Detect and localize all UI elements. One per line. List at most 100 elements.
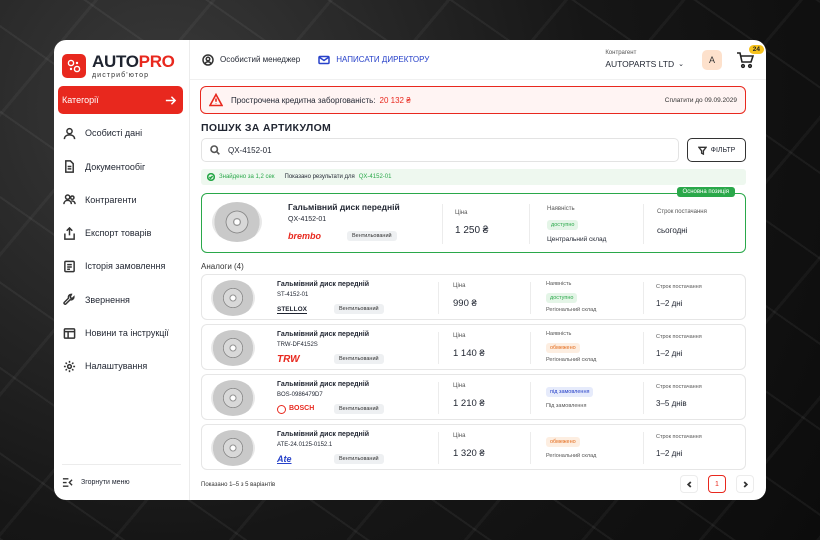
brake-disc-image bbox=[212, 202, 262, 242]
check-circle-icon bbox=[207, 173, 215, 181]
product-type-badge: Вентильований bbox=[347, 231, 397, 241]
filter-label: ФІЛЬТР bbox=[710, 146, 736, 154]
analog-card[interactable]: Гальмівний диск передній ATE-24.0125-015… bbox=[201, 424, 746, 470]
search-input[interactable]: QX-4152-01 bbox=[201, 138, 679, 162]
overdue-debt-alert: Прострочена кредитна заборгованість: 20 … bbox=[200, 86, 746, 114]
column-divider bbox=[529, 204, 530, 244]
warning-icon bbox=[209, 93, 223, 107]
export-icon bbox=[62, 226, 76, 240]
delivery-time: 1–2 дні bbox=[656, 349, 683, 358]
user-circle-icon bbox=[202, 53, 214, 66]
stock-caption: Наявність bbox=[546, 331, 572, 337]
results-query: QX-4152-01 bbox=[358, 174, 392, 180]
delivery-caption: Строк постачання bbox=[656, 384, 702, 390]
analog-card[interactable]: Гальмівний диск передній ST-4152-01 STEL… bbox=[201, 274, 746, 320]
product-article: ST-4152-01 bbox=[277, 292, 309, 298]
sidebar-item-documents[interactable]: Документообіг bbox=[58, 153, 183, 181]
chevron-left-icon bbox=[686, 480, 691, 488]
contractor-value: AUTOPARTS LTD bbox=[605, 59, 675, 69]
users-icon bbox=[62, 193, 76, 207]
sidebar-item-label: Новини та інструкції bbox=[85, 328, 169, 339]
column-divider bbox=[438, 282, 439, 314]
warehouse-name: Регіональний склад bbox=[546, 357, 597, 363]
delivery-caption: Строк постачання bbox=[656, 434, 702, 440]
results-count-text: Показано 1–5 з 5 варіантів bbox=[201, 482, 276, 488]
write-director-link[interactable]: НАПИСАТИ ДИРЕКТОРУ bbox=[318, 54, 429, 66]
column-divider bbox=[530, 332, 531, 364]
next-page-button[interactable] bbox=[736, 475, 754, 493]
product-type-badge: Вентильований bbox=[334, 454, 384, 464]
sidebar-item-personal[interactable]: Особисті дані bbox=[58, 119, 183, 147]
results-text: Показано результати для bbox=[284, 174, 355, 180]
warehouse-name: Під замовлення bbox=[546, 403, 587, 409]
product-price: 1 140 ₴ bbox=[453, 348, 485, 359]
main-position-tag: Основна позиція bbox=[676, 187, 735, 197]
topbar: Особистий менеджер НАПИСАТИ ДИРЕКТОРУ Ко… bbox=[190, 40, 766, 80]
sidebar-nav: Категорії Особисті дані Документообіг Ко… bbox=[54, 86, 189, 380]
brake-disc-image bbox=[211, 280, 255, 316]
product-article: BOS-0986479D7 bbox=[277, 392, 323, 398]
contractor-select[interactable]: Контрагент AUTOPARTS LTD ⌄ bbox=[605, 50, 684, 69]
avatar[interactable]: A bbox=[702, 49, 722, 70]
sidebar-item-news[interactable]: Новини та інструкції bbox=[58, 319, 183, 347]
brake-disc-image bbox=[211, 430, 255, 466]
delivery-caption: Строк постачання bbox=[656, 284, 702, 290]
product-name: Гальмівний диск передній bbox=[277, 381, 370, 388]
warehouse-name: Регіональний склад bbox=[546, 453, 597, 459]
page-button-current[interactable]: 1 bbox=[708, 475, 726, 493]
collapse-menu-button[interactable]: Згорнути меню bbox=[62, 464, 181, 488]
column-divider bbox=[643, 432, 644, 464]
alert-pay-by: Сплатити до 09.09.2029 bbox=[664, 96, 737, 104]
product-price: 1 320 ₴ bbox=[453, 448, 485, 459]
product-type-badge: Вентильований bbox=[334, 404, 384, 414]
history-icon bbox=[62, 259, 76, 273]
price-caption: Ціна bbox=[455, 210, 468, 216]
analog-card[interactable]: Гальмівний диск передній BOS-0986479D7 B… bbox=[201, 374, 746, 420]
sidebar-item-label: Категорії bbox=[62, 95, 99, 105]
filter-icon bbox=[697, 146, 707, 155]
personal-manager-label: Особистий менеджер bbox=[220, 55, 301, 64]
sidebar-item-contractors[interactable]: Контрагенти bbox=[58, 186, 183, 214]
mail-icon bbox=[318, 55, 330, 64]
sidebar-item-export[interactable]: Експорт товарів bbox=[58, 219, 183, 247]
price-caption: Ціна bbox=[453, 383, 466, 389]
search-title: ПОШУК ЗА АРТИКУЛОМ bbox=[201, 122, 332, 134]
user-icon bbox=[62, 126, 76, 140]
column-divider bbox=[530, 282, 531, 314]
logo[interactable]: AUTOPRO дистриб'ютор bbox=[54, 40, 189, 84]
stock-caption: Наявність bbox=[547, 206, 575, 212]
chevron-down-icon: ⌄ bbox=[678, 61, 684, 68]
cart-button[interactable]: 24 bbox=[736, 44, 764, 69]
sidebar-item-requests[interactable]: Звернення bbox=[58, 286, 183, 314]
brand-logo-ate: Ate bbox=[277, 454, 292, 464]
product-article: QX-4152-01 bbox=[288, 216, 327, 223]
product-type-badge: Вентильований bbox=[334, 354, 384, 364]
wrench-icon bbox=[62, 293, 76, 307]
stock-status-badge: під замовлення bbox=[546, 387, 594, 397]
analog-card[interactable]: Гальмівний диск передній TRW-DF4152S TRW… bbox=[201, 324, 746, 370]
product-type-badge: Вентильований bbox=[334, 304, 384, 314]
alert-amount: 20 132 ₴ bbox=[379, 95, 411, 105]
product-price: 1 250 ₴ bbox=[455, 225, 489, 236]
found-time: Знайдено за 1,2 сек bbox=[219, 174, 275, 180]
sidebar-item-categories[interactable]: Категорії bbox=[58, 86, 183, 114]
sidebar-item-history[interactable]: Історія замовлення bbox=[58, 252, 183, 280]
analogs-title: Аналоги (4) bbox=[201, 262, 244, 271]
main-result-card[interactable]: Основна позиція Гальмівний диск передній… bbox=[201, 187, 746, 253]
collapse-menu-label: Згорнути меню bbox=[81, 479, 130, 486]
sidebar-item-settings[interactable]: Налаштування bbox=[58, 352, 183, 380]
stock-status-badge: обмежено bbox=[546, 343, 580, 353]
personal-manager-link[interactable]: Особистий менеджер bbox=[202, 53, 301, 66]
filter-button[interactable]: ФІЛЬТР bbox=[687, 138, 746, 162]
sidebar-item-label: Експорт товарів bbox=[85, 228, 152, 239]
warehouse-name: Регіональний склад bbox=[546, 307, 597, 313]
column-divider bbox=[643, 332, 644, 364]
sidebar-item-label: Документообіг bbox=[85, 161, 146, 172]
search-value: QX-4152-01 bbox=[228, 145, 272, 155]
product-article: ATE-24.0125-0152.1 bbox=[277, 442, 333, 448]
prev-page-button[interactable] bbox=[680, 475, 698, 493]
cart-count-badge: 24 bbox=[748, 44, 764, 54]
column-divider bbox=[530, 432, 531, 464]
logo-icon bbox=[62, 54, 86, 78]
column-divider bbox=[643, 282, 644, 314]
